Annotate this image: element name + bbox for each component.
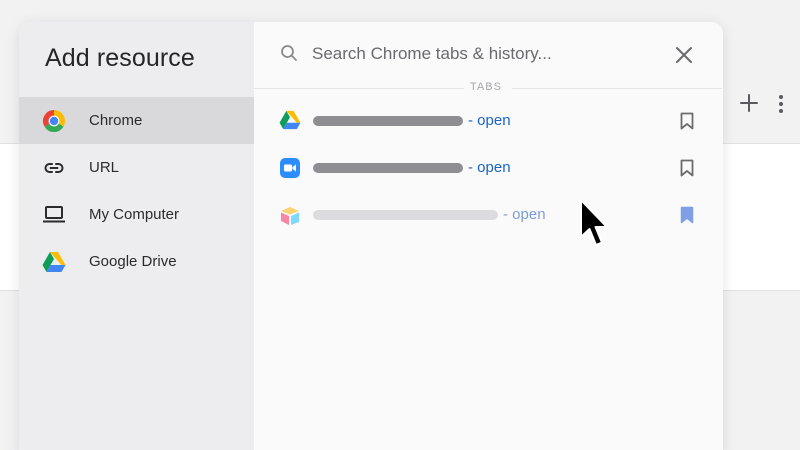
divider (254, 88, 464, 89)
bookmark-icon[interactable] (679, 159, 695, 177)
chrome-icon (41, 108, 67, 134)
google-drive-icon (41, 249, 67, 275)
tab-result-row[interactable]: - open (254, 145, 723, 191)
zoom-icon (279, 157, 301, 179)
sidebar-item-label: URL (89, 159, 120, 176)
tab-search-panel: TABS - open (254, 22, 723, 450)
dialog-title: Add resource (45, 44, 195, 72)
resource-source-list: Chrome URL My Computer Google Drive (19, 97, 254, 285)
more-vertical-icon[interactable] (778, 95, 784, 113)
tabs-section-header: TABS (254, 80, 723, 96)
tab-title-redacted (313, 163, 463, 173)
sidebar-item-google-drive[interactable]: Google Drive (19, 238, 254, 285)
mouse-cursor-icon (578, 199, 614, 251)
tab-status: - open (468, 159, 511, 176)
section-label: TABS (470, 81, 502, 93)
search-input[interactable] (312, 40, 692, 68)
bookmark-icon[interactable] (679, 112, 695, 130)
tab-status: - open (503, 206, 546, 223)
close-icon[interactable] (674, 45, 694, 65)
tab-result-row[interactable]: - open (254, 192, 723, 238)
sidebar-item-my-computer[interactable]: My Computer (19, 191, 254, 238)
add-resource-dialog: Add resource Chrome URL My Computer Goog… (19, 22, 723, 450)
sidebar-item-chrome[interactable]: Chrome (19, 97, 254, 144)
laptop-icon (41, 202, 67, 228)
sidebar-item-label: Google Drive (89, 253, 177, 270)
sidebar-item-url[interactable]: URL (19, 144, 254, 191)
airtable-icon (279, 204, 301, 226)
search-icon (280, 44, 298, 62)
tab-status: - open (468, 112, 511, 129)
plus-icon[interactable] (738, 92, 760, 114)
sidebar-item-label: My Computer (89, 206, 180, 223)
resource-sidebar: Add resource Chrome URL My Computer Goog… (19, 22, 254, 450)
bookmark-filled-icon[interactable] (679, 206, 695, 224)
link-icon (41, 155, 67, 181)
tab-title-redacted (313, 116, 463, 126)
search-row (254, 22, 723, 84)
tab-title-redacted (313, 210, 498, 220)
sidebar-item-label: Chrome (89, 112, 143, 129)
google-drive-icon (279, 110, 301, 132)
divider (512, 88, 722, 89)
tab-result-row[interactable]: - open (254, 98, 723, 144)
